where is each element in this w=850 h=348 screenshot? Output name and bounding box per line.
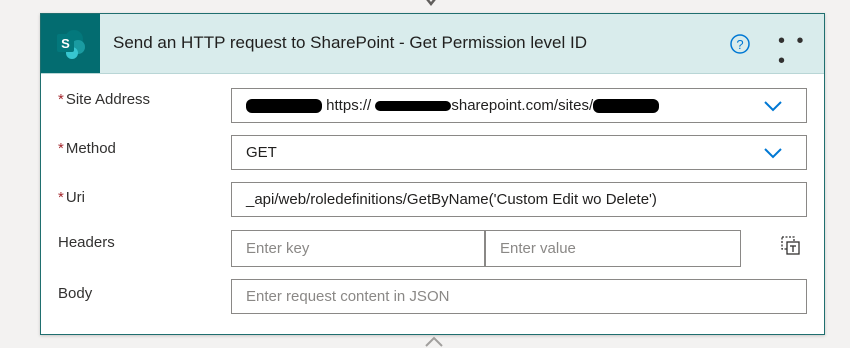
card-header[interactable]: S Send an HTTP request to SharePoint - G…: [41, 14, 824, 74]
body-input[interactable]: Enter request content in JSON: [231, 279, 807, 314]
chevron-down-icon[interactable]: [764, 100, 782, 112]
required-marker: *: [58, 91, 64, 108]
chevron-down-icon[interactable]: [764, 147, 782, 159]
uri-input[interactable]: _api/web/roledefinitions/GetByName('Cust…: [231, 182, 807, 217]
method-dropdown[interactable]: GET: [231, 135, 807, 170]
svg-text:?: ?: [736, 37, 743, 52]
method-label: * Method: [58, 140, 116, 157]
more-options-icon[interactable]: • • •: [778, 31, 814, 71]
headers-label: Headers: [58, 234, 115, 251]
redacted-text: [593, 99, 660, 114]
svg-text:S: S: [61, 36, 70, 51]
site-address-label: * Site Address: [58, 91, 151, 108]
redacted-text: [246, 99, 322, 114]
uri-label: * Uri: [58, 189, 86, 206]
sharepoint-icon: S: [41, 14, 100, 73]
switch-to-text-mode-icon[interactable]: [780, 234, 802, 256]
header-value-input[interactable]: Enter value: [485, 230, 741, 267]
action-card: S Send an HTTP request to SharePoint - G…: [40, 13, 825, 335]
redacted-text: [375, 101, 452, 112]
header-key-input[interactable]: Enter key: [231, 230, 485, 267]
connector-arrow-icon: [425, 336, 443, 347]
connector-arrow-icon: [426, 0, 436, 7]
body-label: Body: [58, 285, 93, 302]
card-title[interactable]: Send an HTTP request to SharePoint - Get…: [113, 33, 587, 53]
help-icon[interactable]: ?: [730, 34, 750, 54]
site-address-dropdown[interactable]: https:// sharepoint.com/sites/: [231, 88, 807, 123]
